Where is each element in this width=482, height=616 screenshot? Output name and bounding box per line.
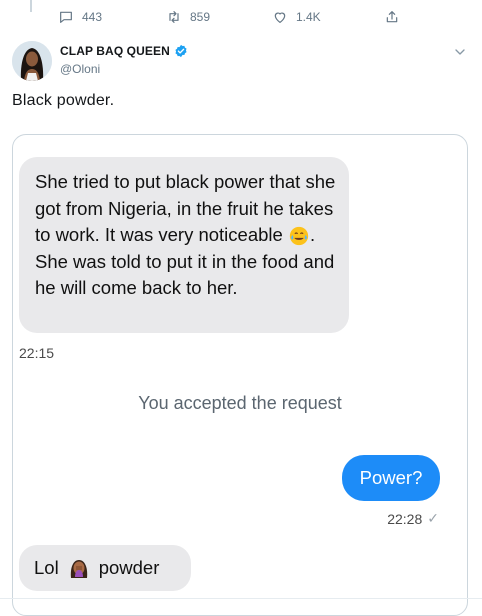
heart-icon <box>274 12 286 23</box>
sent-timestamp: 22:28 <box>387 510 423 527</box>
avatar-image <box>12 41 52 81</box>
author-name-row[interactable]: CLAP BAQ QUEEN <box>60 44 188 58</box>
retweet-count: 859 <box>190 10 211 24</box>
retweet-icon <box>169 11 179 23</box>
message-suffix: powder <box>98 557 160 578</box>
tweet-header: CLAP BAQ QUEEN @Oloni <box>0 38 482 84</box>
author-handle[interactable]: @Oloni <box>60 62 100 76</box>
share-icon <box>386 11 398 23</box>
tweet-action-bar: 443 859 1.4K <box>0 0 482 34</box>
avatar[interactable] <box>12 41 52 81</box>
display-name: CLAP BAQ QUEEN <box>60 44 170 58</box>
tweet-media-screenshot[interactable]: She tried to put black power that she go… <box>12 134 468 616</box>
verified-badge-icon <box>175 44 187 58</box>
woman-facepalming-icon <box>70 560 87 578</box>
reply-icon <box>60 11 72 23</box>
sent-message-bubble: Power? <box>342 455 440 501</box>
divider <box>0 598 482 599</box>
chevron-down-icon[interactable] <box>452 44 468 60</box>
read-check-icon: ✓ <box>427 510 439 526</box>
like-count: 1.4K <box>296 10 321 24</box>
message-prefix: Lol <box>34 557 59 578</box>
tweet-text: Black powder. <box>12 92 115 109</box>
system-message: You accepted the request <box>138 393 342 413</box>
sent-message-text: Power? <box>359 467 423 488</box>
message-text-2: Lol powder <box>34 556 159 580</box>
reply-count: 443 <box>82 10 103 24</box>
message-text: She tried to put black power that she go… <box>35 169 339 302</box>
message-timestamp: 22:15 <box>19 345 55 361</box>
share-button[interactable] <box>384 9 400 25</box>
reply-button[interactable]: 443 <box>58 9 102 25</box>
face-with-tears-of-joy-icon <box>289 226 309 246</box>
sent-timestamp-row: 22:28 ✓ <box>387 510 439 527</box>
received-message-bubble-2: Lol powder <box>19 545 191 591</box>
like-button[interactable]: 1.4K <box>272 9 321 25</box>
received-message-bubble: She tried to put black power that she go… <box>19 157 349 333</box>
retweet-button[interactable]: 859 <box>166 9 210 25</box>
